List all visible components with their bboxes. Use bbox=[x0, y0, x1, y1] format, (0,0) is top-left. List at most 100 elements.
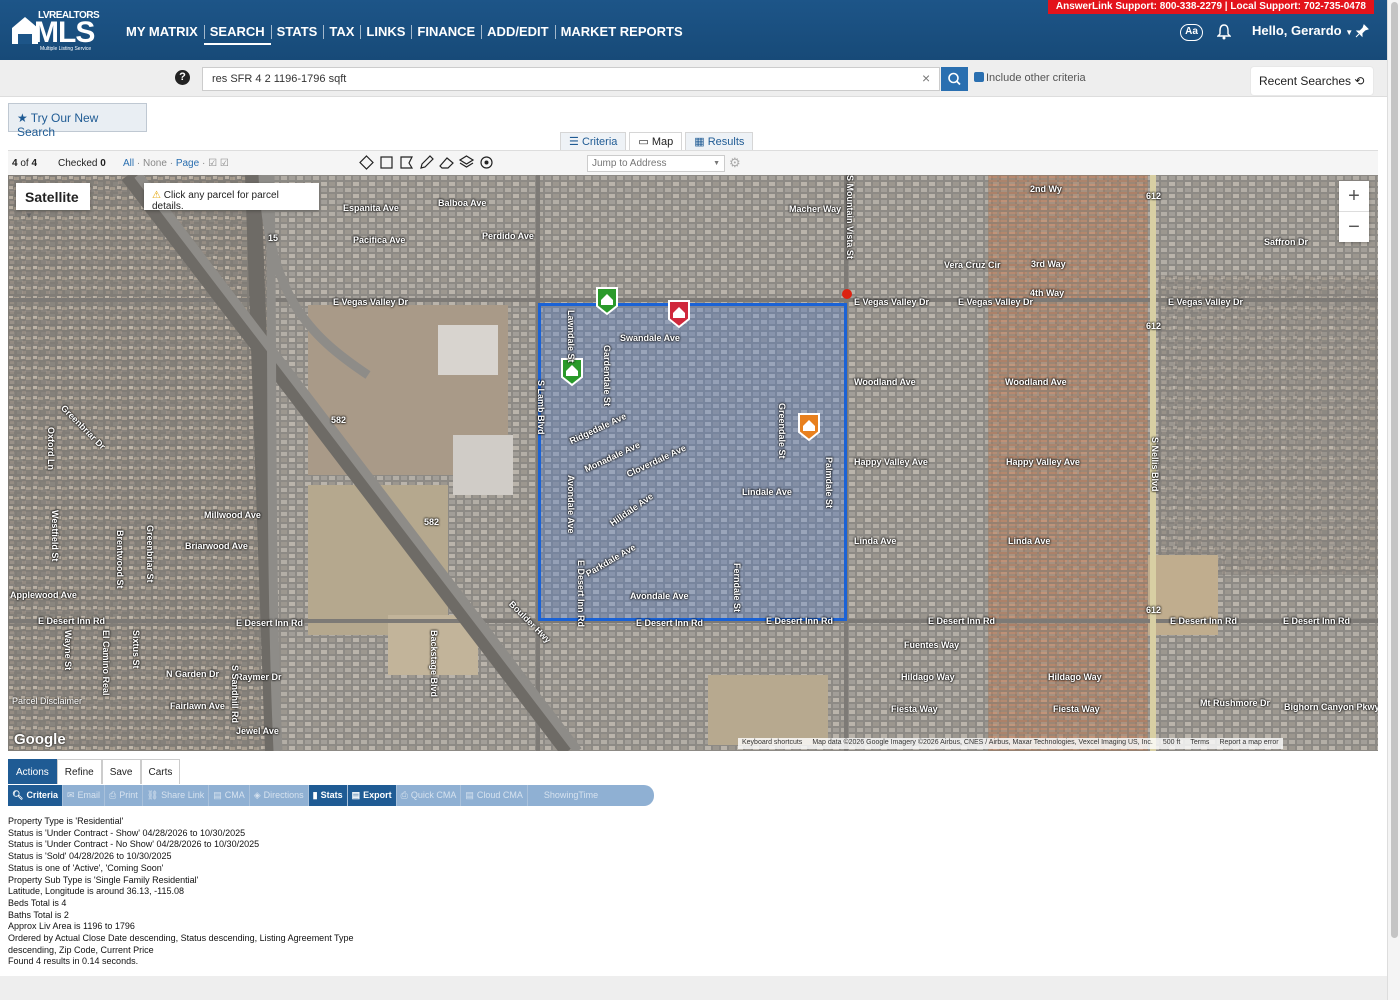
include-other-criteria-label: Include other criteria bbox=[986, 72, 1086, 84]
criteria-line: Baths Total is 2 bbox=[8, 909, 69, 920]
cma-button-label: CMA bbox=[224, 790, 245, 800]
chevron-down-icon: ▼ bbox=[25, 211, 33, 220]
tab-map-label: Map bbox=[651, 136, 674, 148]
chevron-down-icon: ▼ bbox=[1345, 28, 1354, 37]
user-menu[interactable]: Hello, Gerardo ▼ bbox=[1252, 23, 1353, 38]
street-label: 4th Way bbox=[1030, 288, 1065, 298]
lvr-mls-logo[interactable]: LVREALTORS MLS Multiple Listing Service bbox=[8, 10, 100, 52]
eraser-icon[interactable] bbox=[438, 154, 455, 171]
street-label: N Garden Dr bbox=[166, 669, 220, 679]
showingtime-button[interactable]: ShowingTime bbox=[528, 785, 602, 806]
cma-button[interactable]: ▤ CMA bbox=[209, 785, 250, 806]
view-tabs: ☰ Criteria ▭ Map ▦ Results bbox=[560, 132, 756, 150]
user-greeting: Hello, Gerardo bbox=[1252, 23, 1342, 38]
directions-button-label: Directions bbox=[263, 790, 304, 800]
clear-search-icon[interactable]: × bbox=[922, 70, 930, 86]
map-view[interactable]: Balboa Ave Perdido Ave Espanita Ave Paci… bbox=[8, 175, 1378, 751]
polygon-draw-icon[interactable] bbox=[398, 154, 415, 171]
map-type-select[interactable]: Satellite ▼ bbox=[16, 183, 90, 220]
street-label: Pacifica Ave bbox=[353, 235, 406, 245]
action-buttons-bar: 🔍︎ Criteria ✉ Email ⎙ Print ⛓ Share Link ▤ CM… bbox=[8, 785, 654, 806]
nav-search[interactable]: SEARCH bbox=[203, 20, 271, 45]
select-none-link[interactable]: None bbox=[143, 158, 167, 169]
stats-button[interactable]: ▮ Stats bbox=[308, 785, 348, 806]
listing-marker-green[interactable] bbox=[595, 286, 619, 316]
zoom-out-button[interactable]: − bbox=[1339, 212, 1369, 242]
street-label: Greenbriar St bbox=[145, 525, 155, 583]
select-all-link[interactable]: All bbox=[123, 158, 134, 169]
gear-icon[interactable]: ⚙ bbox=[729, 155, 741, 171]
street-label: E Desert Inn Rd bbox=[576, 560, 586, 628]
street-label: Applewood Ave bbox=[10, 590, 77, 600]
tab-actions[interactable]: Actions bbox=[8, 759, 57, 784]
quick-cma-button-label: Quick CMA bbox=[410, 790, 457, 800]
recent-searches-button[interactable]: Recent Searches ⟲ bbox=[1251, 67, 1373, 95]
try-new-search-button[interactable]: ★ Try Our New Search bbox=[8, 103, 147, 139]
pin-icon[interactable] bbox=[1355, 24, 1369, 38]
report-map-error-link[interactable]: Report a map error bbox=[1219, 739, 1278, 748]
main-nav: MY MATRIX SEARCH STATS TAX LINKS FINANCE… bbox=[120, 20, 689, 45]
listing-marker-orange[interactable] bbox=[797, 412, 821, 442]
email-button[interactable]: ✉ Email bbox=[63, 785, 106, 806]
nav-add-edit[interactable]: ADD/EDIT bbox=[481, 20, 554, 45]
tab-results[interactable]: ▦ Results bbox=[685, 132, 754, 150]
criteria-line: Status is 'Under Contract - No Show' 04/… bbox=[8, 839, 260, 850]
scrollbar-thumb[interactable] bbox=[1391, 2, 1398, 938]
street-label: Fairlawn Ave bbox=[170, 701, 225, 711]
select-page-link[interactable]: Page bbox=[176, 158, 199, 169]
circle-draw-icon[interactable] bbox=[358, 154, 375, 171]
directions-button[interactable]: ◈ Directions bbox=[250, 785, 309, 806]
include-other-criteria-checkbox[interactable] bbox=[974, 72, 984, 82]
nav-finance[interactable]: FINANCE bbox=[411, 20, 481, 45]
keyboard-shortcuts-link[interactable]: Keyboard shortcuts bbox=[742, 739, 802, 748]
showingtime-button-label: ShowingTime bbox=[543, 790, 599, 800]
draw-tools bbox=[358, 154, 495, 171]
region-handle[interactable] bbox=[842, 289, 852, 299]
criteria-button[interactable]: 🔍︎ Criteria bbox=[8, 785, 63, 806]
street-label: Linda Ave bbox=[854, 536, 897, 546]
layers-icon[interactable] bbox=[458, 154, 475, 171]
jump-to-address-select[interactable]: Jump to Address ▼ bbox=[587, 155, 725, 172]
page-scrollbar[interactable] bbox=[1387, 0, 1400, 1000]
tab-refine[interactable]: Refine bbox=[56, 759, 102, 784]
terms-link[interactable]: Terms bbox=[1190, 739, 1209, 748]
directions-icon: ◈ bbox=[253, 790, 261, 800]
quick-cma-button[interactable]: ⎙ Quick CMA bbox=[397, 785, 462, 806]
nav-links[interactable]: LINKS bbox=[360, 20, 411, 45]
speedbar-search-input[interactable] bbox=[202, 67, 940, 91]
font-size-toggle[interactable]: Aa bbox=[1180, 24, 1203, 41]
check-icon[interactable]: ☑ bbox=[208, 158, 217, 169]
zoom-in-button[interactable]: + bbox=[1339, 181, 1369, 211]
help-icon[interactable]: ? bbox=[175, 70, 190, 85]
logo-mls: MLS bbox=[34, 16, 95, 49]
route-shield: 15 bbox=[268, 233, 279, 243]
tab-save[interactable]: Save bbox=[101, 759, 141, 784]
rectangle-draw-icon[interactable] bbox=[378, 154, 395, 171]
tab-map[interactable]: ▭ Map bbox=[629, 132, 683, 150]
route-shield: 582 bbox=[331, 415, 347, 425]
criteria-line: descending, Zip Code, Current Price bbox=[8, 944, 154, 955]
print-icon: ⎙ bbox=[109, 790, 117, 800]
export-button[interactable]: ▤ Export bbox=[347, 785, 397, 806]
street-label: E Vegas Valley Dr bbox=[854, 297, 930, 307]
map-icon: ▭ bbox=[638, 136, 649, 148]
nav-stats[interactable]: STATS bbox=[270, 20, 324, 45]
parcel-disclaimer-link[interactable]: Parcel Disclaimer bbox=[12, 696, 82, 706]
print-button[interactable]: ⎙ Print bbox=[105, 785, 143, 806]
listing-marker-red[interactable] bbox=[667, 299, 691, 329]
tab-carts[interactable]: Carts bbox=[140, 759, 181, 784]
search-button[interactable] bbox=[941, 67, 968, 91]
logo-subtitle: Multiple Listing Service bbox=[40, 46, 92, 52]
share-link-button[interactable]: ⛓ Share Link bbox=[143, 785, 210, 806]
criteria-line: Property Sub Type is 'Single Family Resi… bbox=[8, 874, 199, 885]
pencil-icon[interactable] bbox=[418, 154, 435, 171]
cloud-cma-button[interactable]: ▤ Cloud CMA bbox=[461, 785, 528, 806]
check-multiple-icon[interactable]: ☑ bbox=[220, 158, 229, 169]
criteria-line: Status is one of 'Active', 'Coming Soon' bbox=[8, 862, 164, 873]
nav-market-reports[interactable]: MARKET REPORTS bbox=[554, 20, 689, 45]
tab-criteria[interactable]: ☰ Criteria bbox=[560, 132, 627, 150]
target-icon[interactable] bbox=[478, 154, 495, 171]
nav-my-matrix[interactable]: MY MATRIX bbox=[120, 20, 204, 45]
notification-bell-icon[interactable] bbox=[1217, 24, 1231, 40]
nav-tax[interactable]: TAX bbox=[323, 20, 360, 45]
